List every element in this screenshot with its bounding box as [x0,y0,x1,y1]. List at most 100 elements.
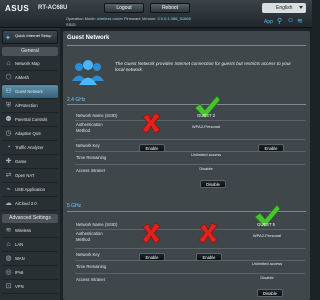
ipv6-icon: ◎ [5,269,12,276]
sidebar-item-label: IPv6 [15,270,24,275]
enable-guest-2g-3-button[interactable]: Enable [258,144,284,152]
enable-guest-5g-1-button[interactable]: Enable [139,253,165,261]
reboot-button[interactable]: Reboot [150,3,190,13]
logout-button[interactable]: Logout [104,3,144,13]
chevron-down-icon [299,6,303,9]
quick-internet-setup-button[interactable]: ✦ Quick Internet Setup [2,30,58,44]
sidebar-item-label: LAN [15,242,24,247]
wireless-icon: ≋ [5,227,12,234]
row-divider [75,120,305,121]
qos-icon: ◷ [5,130,12,137]
row-access-label: Access Intranet [76,277,105,282]
enable-guest-5g-2-button[interactable]: Enable [196,253,222,261]
row-ssid-label: Network Name (SSID) [76,113,118,118]
operation-mode: Operation Mode: wireless router Firmware… [66,16,191,21]
sidebar-item-parental-controls[interactable]: ⚉ Parental Controls [2,113,58,127]
x-mark-icon [198,222,218,244]
guest-network-icon: ⚇ [5,88,12,95]
advanced-settings-header: Advanced Settings [2,214,58,223]
sidebar-item-aicloud[interactable]: ☁ AiCloud 2.0 [2,197,58,211]
sidebar-item-aimesh[interactable]: ⬡ AiMesh [2,71,58,85]
row-divider [75,139,305,140]
ssid-label: SSID: [66,22,77,27]
sidebar-item-label: Open NAT [15,173,35,178]
person-status-icon[interactable]: ☺ [287,17,294,24]
sidebar-item-ipv6[interactable]: ◎ IPv6 [2,266,58,280]
sidebar-item-aiprotection[interactable]: ⛨ AiProtection [2,99,58,113]
row-ssid-label: Network Name (SSID) [76,222,118,227]
row-key-label: Network Key [76,252,100,257]
usb-icon: ⌁ [6,186,11,193]
sidebar-item-adaptive-qos[interactable]: ◷ Adaptive QoS [2,127,58,141]
game-icon: ✚ [5,158,12,165]
sidebar-item-open-nat[interactable]: ⇄ Open NAT [2,169,58,183]
sidebar-item-label: USB Application [15,187,46,192]
row-divider [75,273,305,274]
language-select[interactable]: English [262,3,306,13]
sidebar-item-guest-network[interactable]: ⚇ Guest Network [2,85,58,99]
row-time-label: Time Remaining [76,264,107,269]
open-nat-icon: ⇄ [5,172,12,179]
row-divider [75,229,305,230]
vpn-icon: ⊡ [5,283,12,290]
row-time-label: Time Remaining [76,155,107,160]
aimesh-icon: ⬡ [5,74,12,81]
asus-logo: ASUS [5,4,30,13]
sidebar-item-wireless[interactable]: ≋ Wireless [2,224,58,238]
row-auth-label: Authentication Method [76,122,103,133]
quick-setup-label: Quick Internet Setup [15,33,52,38]
band-2g-divider [67,104,306,105]
sidebar-item-label: AiCloud 2.0 [15,201,37,206]
band-5g-label: 5 GHz [67,203,82,209]
sidebar-item-game[interactable]: ✚ Game [2,155,58,169]
sidebar-item-usb-application[interactable]: ⌁ USB Application [2,183,58,197]
sidebar-item-network-map[interactable]: ⌂ Network Map [2,57,58,71]
setup-wand-icon: ✦ [5,35,11,42]
guest-network-panel: Guest Network The Guest Network provides… [63,31,310,300]
title-divider [67,45,306,46]
guest-5g-ssid: GUEST 5 [257,222,275,227]
sidebar-item-label: Parental Controls [15,117,48,122]
remove-guest-5g-button[interactable]: Disable [257,289,283,297]
op-mode-label: Operation Mode: [66,16,96,21]
row-access-label: Access Intranet [76,168,105,173]
aiprotection-icon: ⛨ [5,102,12,109]
guest-5g-auth: WPA2-Personal [252,233,282,238]
aicloud-icon: ☁ [5,200,12,207]
guest-2g-ssid: GUEST 2 [197,113,215,118]
sidebar-item-label: VPN [15,284,24,289]
traffic-analyzer-icon: ◔ [6,144,11,151]
guest-2g-access: Disable [199,166,213,171]
usb-status-icon[interactable]: ⚲ [277,17,282,25]
band-2g-label: 2.4 GHz [67,97,86,103]
guest-2g-time: Unlimited access [190,152,222,157]
sidebar-item-label: Guest Network [15,89,43,94]
firmware-label: Firmware Version: [124,16,157,21]
guest-users-icon [72,60,104,85]
sidebar-item-label: WAN [15,256,25,261]
sidebar-item-label: Game [15,159,27,164]
app-link[interactable]: App [264,19,273,25]
row-divider [75,248,305,249]
x-mark-icon [141,222,161,244]
sidebar-item-label: AiProtection [15,103,38,108]
enable-guest-2g-1-button[interactable]: Enable [139,144,165,152]
sidebar-item-label: AiMesh [15,75,29,80]
wan-icon: ◍ [5,255,12,262]
firmware-value[interactable]: 3.0.0.4.386_51665 [157,16,190,21]
row-key-label: Network Key [76,143,100,148]
sidebar-item-label: Traffic Analyzer [15,145,44,150]
sidebar-item-lan[interactable]: ⌂ LAN [2,238,58,252]
remove-guest-2g-button[interactable]: Disable [200,180,226,188]
top-bar: ASUS RT-AC68U Logout Reboot English Oper… [0,0,312,28]
guest-5g-time: Unlimited access [251,261,283,266]
op-mode-value[interactable]: wireless router [97,16,123,21]
sidebar-item-vpn[interactable]: ⊡ VPN [2,280,58,294]
wifi-status-icon[interactable]: ≋ [297,17,303,25]
network-map-icon: ⌂ [6,60,11,67]
sidebar-item-traffic-analyzer[interactable]: ◔ Traffic Analyzer [2,141,58,155]
sidebar-item-wan[interactable]: ◍ WAN [2,252,58,266]
row-divider [75,164,305,165]
sidebar-item-label: Network Map [15,61,40,66]
row-auth-label: Authentication Method [76,231,103,242]
